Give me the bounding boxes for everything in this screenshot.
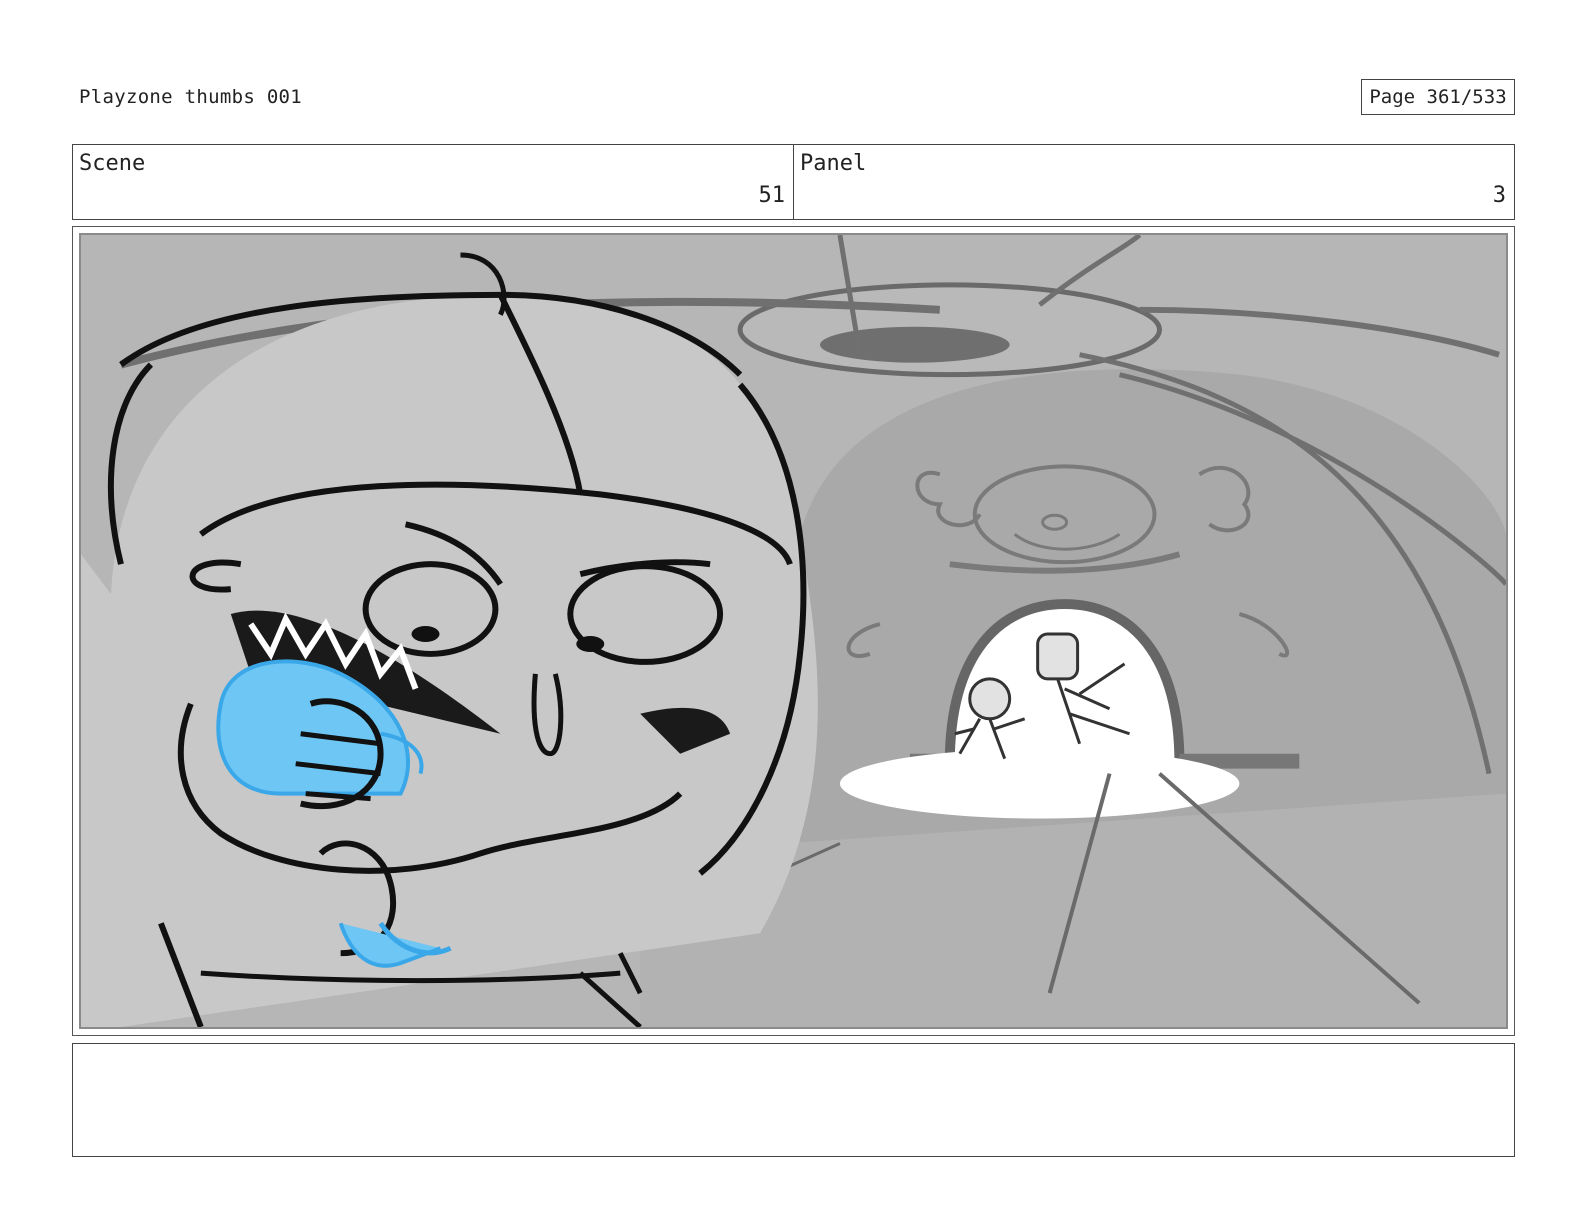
page-number-box: Page 361/533: [1361, 79, 1515, 115]
storyboard-sketch: [81, 235, 1506, 1027]
scene-number: 51: [758, 183, 786, 208]
panel-number: 3: [1492, 183, 1506, 208]
scene-cell: Scene 51: [73, 145, 793, 219]
storyboard-frame: [72, 226, 1515, 1036]
panel-label: Panel: [800, 151, 867, 176]
document-title: Playzone thumbs 001: [79, 86, 303, 108]
scene-label: Scene: [79, 151, 146, 176]
storyboard-drawing: [79, 233, 1508, 1029]
panel-cell: Panel 3: [793, 145, 1514, 219]
notes-box: [72, 1043, 1515, 1157]
scene-panel-info-row: Scene 51 Panel 3: [72, 144, 1515, 220]
